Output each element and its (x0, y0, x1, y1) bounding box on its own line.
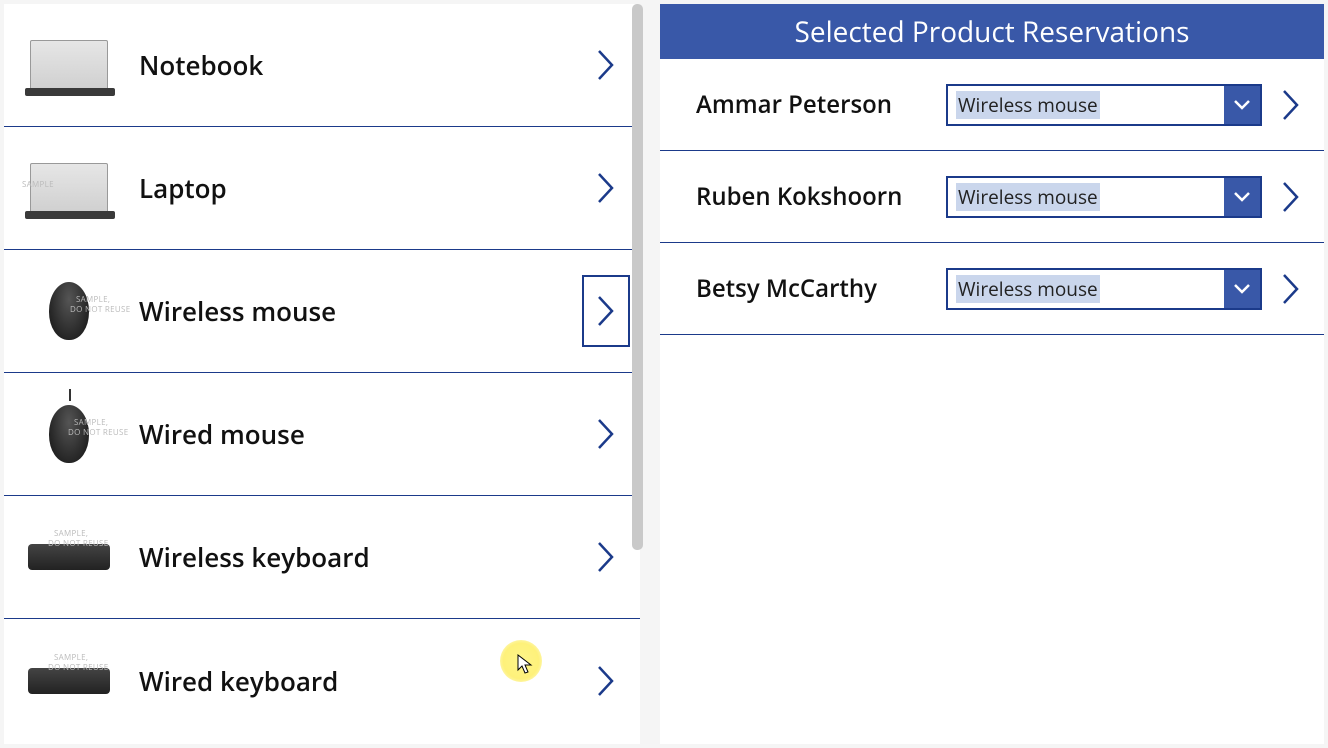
product-row[interactable]: SAMPLE, DO NOT REUSE Wireless keyboard (4, 496, 640, 619)
chevron-right-icon[interactable] (582, 164, 630, 212)
product-thumb: SAMPLE, DO NOT REUSE (24, 276, 114, 346)
product-row[interactable]: SAMPLE, DO NOT REUSE Wired keyboard (4, 619, 640, 742)
reservation-row: Ammar Peterson Wireless mouse (660, 59, 1324, 151)
reservation-name: Betsy McCarthy (696, 272, 946, 305)
product-list-panel: Notebook SAMPLE Laptop SAMPLE, DO NOT RE… (4, 4, 640, 744)
reservations-panel: Selected Product Reservations Ammar Pete… (660, 4, 1324, 744)
chevron-right-icon[interactable] (582, 275, 630, 347)
product-select[interactable]: Wireless mouse (946, 176, 1262, 218)
chevron-right-icon[interactable] (582, 410, 630, 458)
select-value: Wireless mouse (948, 86, 1224, 124)
product-select[interactable]: Wireless mouse (946, 268, 1262, 310)
product-label: Wired keyboard (139, 663, 582, 699)
reservation-row: Betsy McCarthy Wireless mouse (660, 243, 1324, 335)
product-label: Laptop (139, 170, 582, 206)
chevron-right-icon[interactable] (1276, 272, 1306, 306)
product-thumb: SAMPLE (24, 153, 114, 223)
reservation-name: Ruben Kokshoorn (696, 180, 946, 213)
product-label: Wireless keyboard (139, 539, 582, 575)
product-thumb: SAMPLE, DO NOT REUSE (24, 399, 114, 469)
product-row[interactable]: SAMPLE, DO NOT REUSE Wired mouse (4, 373, 640, 496)
product-row[interactable]: Notebook (4, 4, 640, 127)
reservation-row: Ruben Kokshoorn Wireless mouse (660, 151, 1324, 243)
chevron-right-icon[interactable] (582, 533, 630, 581)
chevron-down-icon[interactable] (1224, 86, 1260, 124)
product-row[interactable]: SAMPLE, DO NOT REUSE Wireless mouse (4, 250, 640, 373)
product-label: Wireless mouse (139, 293, 582, 329)
chevron-right-icon[interactable] (1276, 180, 1306, 214)
chevron-right-icon[interactable] (582, 657, 630, 705)
scrollbar-thumb[interactable] (632, 4, 643, 550)
product-thumb: SAMPLE, DO NOT REUSE (24, 522, 114, 592)
reservations-header: Selected Product Reservations (660, 4, 1324, 59)
product-thumb: SAMPLE, DO NOT REUSE (24, 646, 114, 716)
product-label: Wired mouse (139, 416, 582, 452)
chevron-right-icon[interactable] (582, 41, 630, 89)
reservation-name: Ammar Peterson (696, 88, 946, 121)
product-select[interactable]: Wireless mouse (946, 84, 1262, 126)
product-thumb (24, 30, 114, 100)
chevron-down-icon[interactable] (1224, 178, 1260, 216)
select-value: Wireless mouse (948, 270, 1224, 308)
product-row[interactable]: SAMPLE Laptop (4, 127, 640, 250)
chevron-down-icon[interactable] (1224, 270, 1260, 308)
chevron-right-icon[interactable] (1276, 88, 1306, 122)
select-value: Wireless mouse (948, 178, 1224, 216)
product-label: Notebook (139, 47, 582, 83)
